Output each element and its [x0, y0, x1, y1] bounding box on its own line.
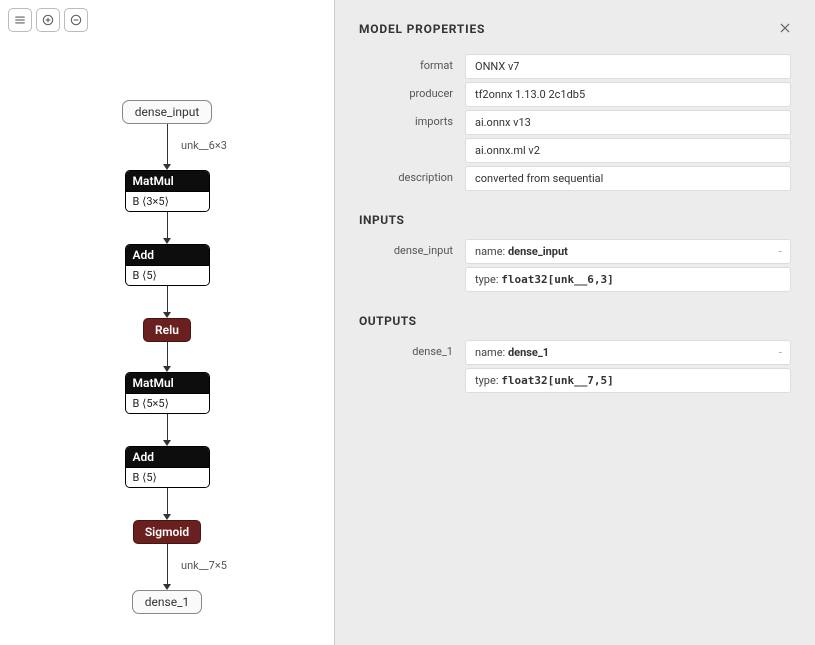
- zoom-in-button[interactable]: [36, 8, 60, 32]
- minus-circle-icon: [69, 13, 83, 27]
- prop-value-name: name: dense_1 -: [465, 340, 791, 365]
- matmul-node-1[interactable]: MatMul B ⟨3×5⟩: [125, 170, 210, 212]
- edge: [163, 488, 171, 520]
- properties-panel: MODEL PROPERTIES format ONNX v7 producer…: [334, 0, 815, 645]
- kv-val: dense_1: [508, 346, 549, 359]
- edge: [163, 212, 171, 244]
- op-title: MatMul: [126, 373, 209, 393]
- add-node-1[interactable]: Add B ⟨5⟩: [125, 244, 210, 286]
- kv-val: float32[unk__6,3]: [501, 273, 614, 286]
- prop-value: tf2onnx 1.13.0 2c1db5: [465, 82, 791, 107]
- edge: [163, 414, 171, 446]
- prop-value: ai.onnx.ml v2: [465, 138, 791, 163]
- sigmoid-node[interactable]: Sigmoid: [133, 520, 201, 544]
- kv-key: name:: [475, 346, 505, 359]
- kv-val: float32[unk__7,5]: [501, 374, 614, 387]
- kv-key: type:: [475, 374, 498, 387]
- prop-value: converted from sequential: [465, 166, 791, 191]
- prop-row-format: format ONNX v7: [359, 54, 791, 79]
- edge: [163, 286, 171, 318]
- op-title: Add: [126, 447, 209, 467]
- prop-value-name: name: dense_input -: [465, 239, 791, 264]
- prop-row-producer: producer tf2onnx 1.13.0 2c1db5: [359, 82, 791, 107]
- prop-label: description: [359, 166, 465, 191]
- menu-icon: [13, 13, 27, 27]
- close-button[interactable]: [775, 18, 795, 38]
- zoom-out-button[interactable]: [64, 8, 88, 32]
- prop-value-type: type: float32[unk__6,3]: [465, 267, 791, 292]
- prop-label: dense_input: [359, 239, 465, 292]
- section-title-outputs: OUTPUTS: [359, 314, 791, 328]
- prop-value: ai.onnx v13: [465, 110, 791, 135]
- add-node-2[interactable]: Add B ⟨5⟩: [125, 446, 210, 488]
- output-tensor-node[interactable]: dense_1: [132, 590, 202, 614]
- prop-value-type: type: float32[unk__7,5]: [465, 368, 791, 393]
- op-title: Add: [126, 245, 209, 265]
- edge: [163, 342, 171, 372]
- toolbar: [8, 8, 88, 32]
- expand-toggle[interactable]: -: [779, 345, 782, 359]
- edge-label: unk__7×5: [181, 559, 227, 572]
- close-icon: [778, 21, 792, 35]
- op-attr: B ⟨3×5⟩: [126, 191, 209, 211]
- plus-circle-icon: [41, 13, 55, 27]
- section-title-inputs: INPUTS: [359, 213, 791, 227]
- prop-row-imports: imports ai.onnx v13 ai.onnx.ml v2: [359, 110, 791, 163]
- expand-toggle[interactable]: -: [779, 244, 782, 258]
- kv-key: name:: [475, 245, 505, 258]
- edge-label: unk__6×3: [181, 139, 227, 152]
- prop-label: imports: [359, 110, 465, 163]
- relu-node[interactable]: Relu: [143, 318, 191, 342]
- op-attr: B ⟨5⟩: [126, 467, 209, 487]
- prop-value: ONNX v7: [465, 54, 791, 79]
- prop-label: dense_1: [359, 340, 465, 393]
- op-attr: B ⟨5⟩: [126, 265, 209, 285]
- kv-key: type:: [475, 273, 498, 286]
- graph-container: dense_input unk__6×3 MatMul B ⟨3×5⟩ Add …: [0, 100, 334, 614]
- matmul-node-2[interactable]: MatMul B ⟨5×5⟩: [125, 372, 210, 414]
- kv-val: dense_input: [508, 245, 568, 258]
- input-tensor-node[interactable]: dense_input: [122, 100, 213, 124]
- panel-title: MODEL PROPERTIES: [359, 22, 791, 36]
- op-title: MatMul: [126, 171, 209, 191]
- prop-row-output: dense_1 name: dense_1 - type: float32[un…: [359, 340, 791, 393]
- prop-row-description: description converted from sequential: [359, 166, 791, 191]
- menu-button[interactable]: [8, 8, 32, 32]
- prop-label: format: [359, 54, 465, 79]
- edge-1: unk__6×3: [163, 124, 171, 170]
- prop-row-input: dense_input name: dense_input - type: fl…: [359, 239, 791, 292]
- op-attr: B ⟨5×5⟩: [126, 393, 209, 413]
- prop-label: producer: [359, 82, 465, 107]
- edge-last: unk__7×5: [163, 544, 171, 590]
- graph-canvas[interactable]: dense_input unk__6×3 MatMul B ⟨3×5⟩ Add …: [0, 0, 334, 645]
